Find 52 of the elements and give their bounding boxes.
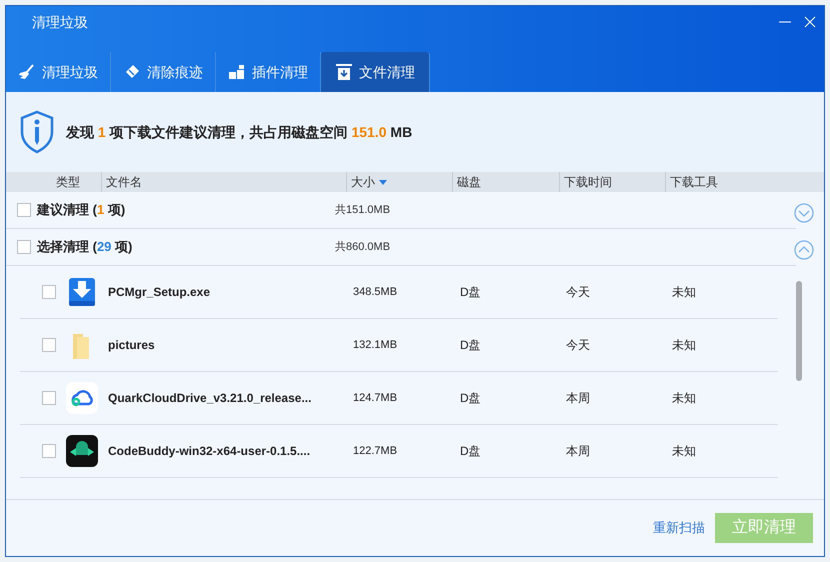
download-time-cell-text: 本周	[566, 390, 591, 407]
tab[interactable]: 文件清理	[321, 52, 430, 92]
download-tool-cell-text: 未知	[672, 284, 696, 301]
file-name: pictures	[108, 337, 156, 354]
disk-cell-text: D盘	[460, 390, 482, 407]
puzzle-icon	[228, 63, 246, 81]
column-header[interactable]: 下载时间	[564, 173, 612, 191]
group-label: 建议清理 (1 项)	[37, 201, 126, 220]
checkbox[interactable]	[42, 444, 56, 458]
file-name: QuarkCloudDrive_v3.21.0_release...	[108, 390, 312, 407]
group-total: 共151.0MB	[335, 202, 390, 218]
column-header[interactable]: 磁盘	[457, 173, 481, 191]
column-header[interactable]: 下载工具	[670, 173, 718, 191]
group-total: 共860.0MB	[335, 240, 390, 255]
download-time-cell-text: 今天	[566, 284, 591, 301]
download-tool-cell-text: 未知	[672, 443, 696, 460]
column-header[interactable]: 类型	[56, 173, 80, 191]
file-name: CodeBuddy-win32-x64-user-0.1.5....	[108, 443, 312, 460]
file-size: 348.5MB	[353, 284, 398, 300]
collapse-icon[interactable]	[794, 240, 814, 260]
summary-text: 发现 1 项下载文件建议清理，共占用磁盘空间 151.0 MB	[66, 122, 412, 142]
close-icon[interactable]	[804, 16, 816, 28]
file-size: 132.1MB	[353, 338, 398, 353]
download-time-cell-text: 本周	[566, 443, 591, 460]
checkbox[interactable]	[17, 203, 31, 217]
shield-info-icon	[20, 110, 54, 154]
file-size: 124.7MB	[353, 390, 398, 406]
column-header[interactable]: 文件名	[106, 173, 142, 191]
checkbox[interactable]	[17, 240, 31, 254]
group-label: 选择清理 (29 项)	[37, 238, 134, 256]
disk-cell-text: D盘	[460, 443, 482, 460]
sort-down-icon	[379, 180, 387, 184]
download-time-cell-text: 今天	[566, 337, 591, 354]
cloud-icon	[66, 382, 98, 414]
download-tool-cell-text: 未知	[672, 337, 696, 354]
expand-icon[interactable]	[794, 203, 814, 223]
checkbox[interactable]	[42, 391, 56, 405]
window-title: 清理垃圾	[32, 12, 88, 32]
app-icon	[66, 435, 98, 467]
disk-cell-text: D盘	[460, 284, 482, 301]
rescan-link[interactable]: 重新扫描	[653, 518, 705, 538]
file-name: PCMgr_Setup.exe	[108, 284, 212, 301]
file-size: 122.7MB	[353, 444, 398, 459]
scrollbar-thumb[interactable]	[796, 281, 802, 381]
column-header[interactable]: 大小	[351, 173, 387, 191]
download-box-icon	[335, 63, 353, 81]
broom-icon	[18, 63, 36, 81]
download-drive-icon	[66, 276, 98, 308]
checkbox[interactable]	[42, 285, 56, 299]
disk-cell-text: D盘	[460, 337, 482, 354]
checkbox[interactable]	[42, 338, 56, 352]
download-tool-cell-text: 未知	[672, 390, 696, 407]
